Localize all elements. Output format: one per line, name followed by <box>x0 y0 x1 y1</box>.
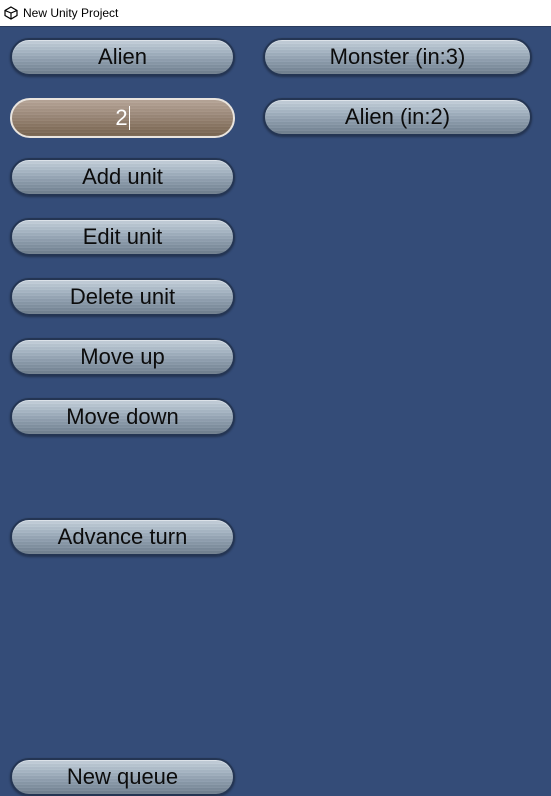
add-unit-button[interactable]: Add unit <box>10 158 235 196</box>
edit-unit-button[interactable]: Edit unit <box>10 218 235 256</box>
new-queue-button[interactable]: New queue <box>10 758 235 796</box>
unit-count-value: 2 <box>115 105 128 130</box>
move-up-button[interactable]: Move up <box>10 338 235 376</box>
move-down-button[interactable]: Move down <box>10 398 235 436</box>
unit-type-button[interactable]: Alien <box>10 38 235 76</box>
queue-item-monster[interactable]: Monster (in:3) <box>263 38 532 76</box>
queue-item-alien[interactable]: Alien (in:2) <box>263 98 532 136</box>
unit-count-input[interactable]: 2 <box>10 98 235 138</box>
advance-turn-button[interactable]: Advance turn <box>10 518 235 556</box>
window-titlebar: New Unity Project <box>0 0 551 27</box>
window-title: New Unity Project <box>23 6 119 20</box>
unity-logo-icon <box>4 6 18 20</box>
delete-unit-button[interactable]: Delete unit <box>10 278 235 316</box>
text-caret <box>128 106 130 130</box>
